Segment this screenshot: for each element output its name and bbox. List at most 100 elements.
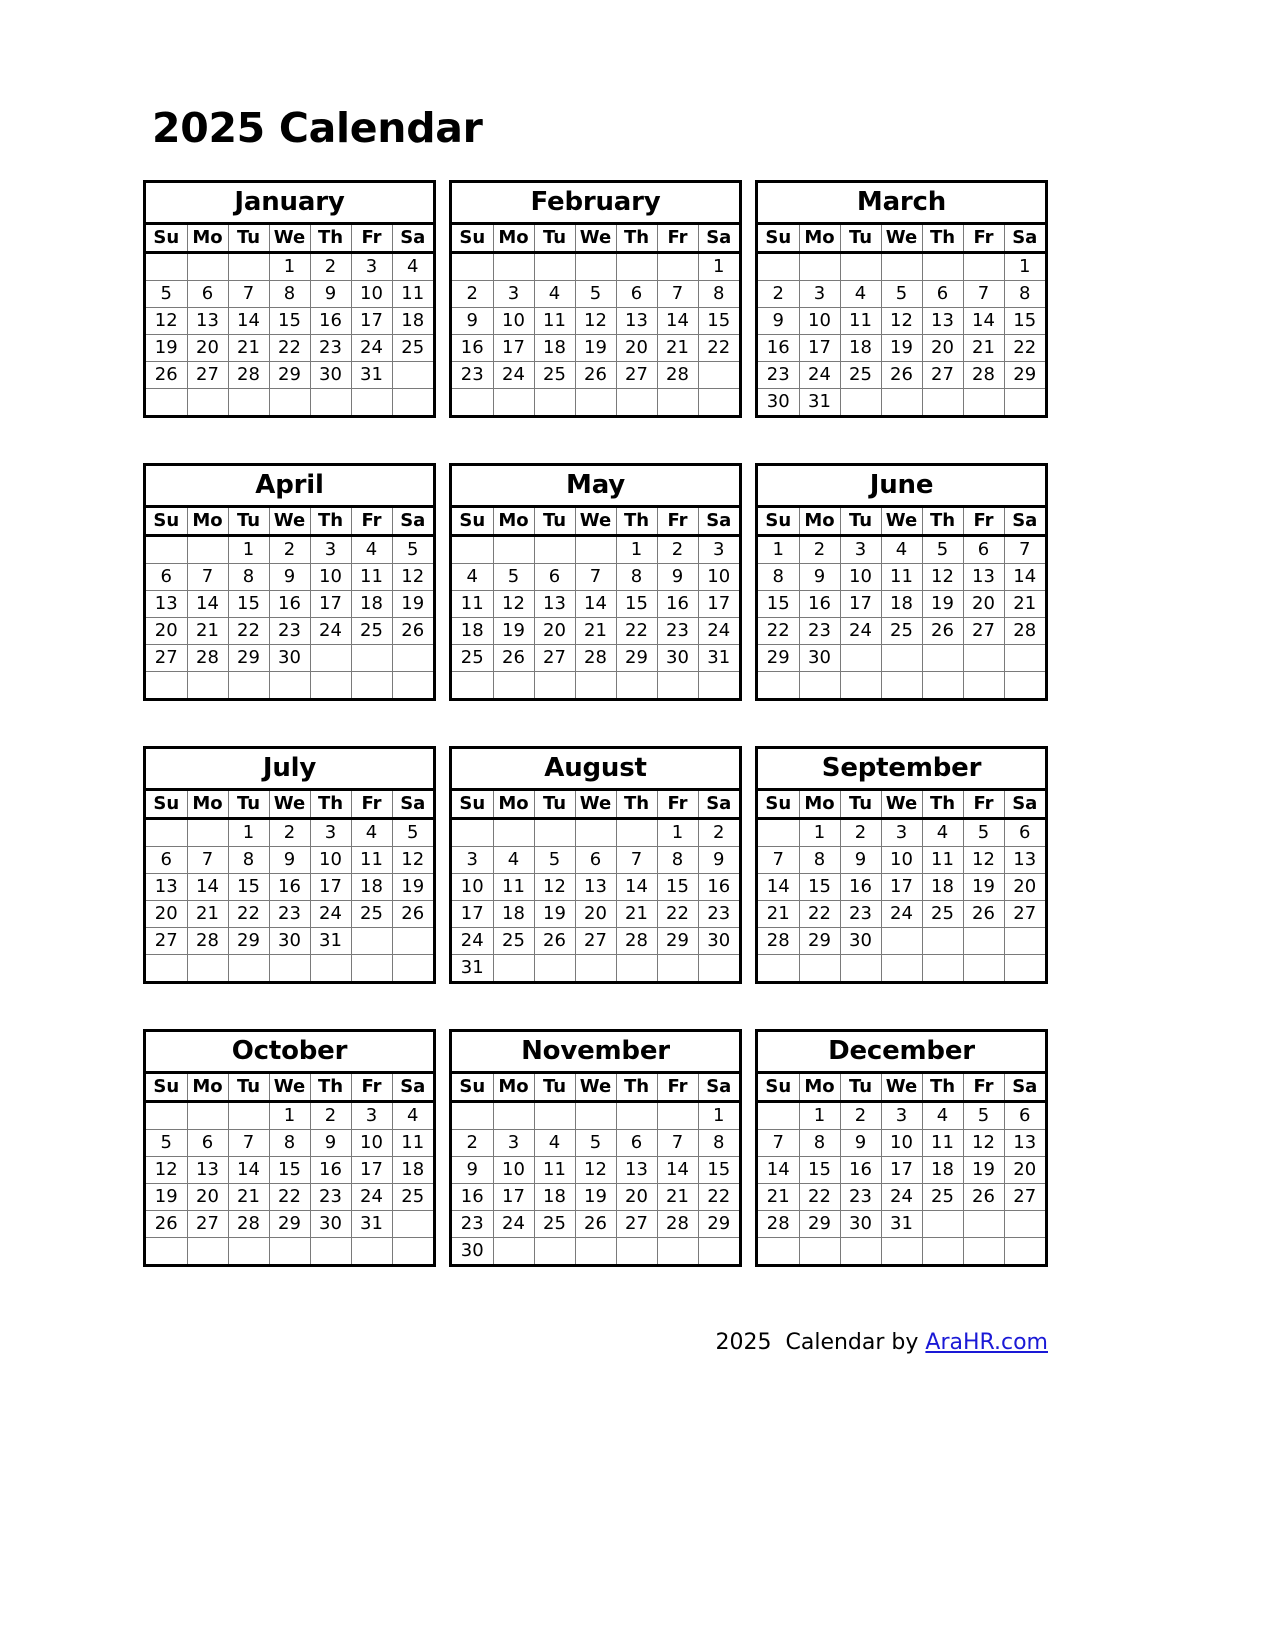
day-cell[interactable]: 22 (268, 334, 311, 362)
day-cell[interactable]: 24 (492, 1210, 535, 1238)
day-cell[interactable]: 28 (186, 927, 229, 955)
day-cell[interactable]: 11 (921, 846, 964, 874)
day-cell[interactable]: 4 (350, 535, 393, 564)
day-cell[interactable]: 18 (391, 1156, 433, 1184)
day-cell[interactable]: 5 (146, 280, 188, 308)
day-cell[interactable]: 7 (656, 280, 699, 308)
day-cell[interactable]: 15 (758, 590, 800, 618)
day-cell[interactable]: 27 (921, 361, 964, 389)
day-cell[interactable]: 6 (533, 563, 576, 591)
day-cell[interactable]: 3 (350, 252, 393, 281)
day-cell[interactable]: 10 (309, 563, 352, 591)
footer-link-arahr[interactable]: AraHR.com (925, 1330, 1048, 1355)
day-cell[interactable]: 24 (309, 900, 352, 928)
day-cell[interactable]: 2 (309, 1101, 352, 1130)
day-cell[interactable]: 10 (350, 280, 393, 308)
day-cell[interactable]: 2 (309, 252, 352, 281)
day-cell[interactable]: 5 (146, 1129, 188, 1157)
day-cell[interactable]: 1 (798, 1101, 841, 1130)
day-cell[interactable]: 6 (186, 1129, 229, 1157)
day-cell[interactable]: 31 (350, 1210, 393, 1238)
day-cell[interactable]: 18 (533, 1183, 576, 1211)
day-cell[interactable]: 27 (1003, 900, 1045, 928)
day-cell[interactable]: 25 (350, 617, 393, 645)
day-cell[interactable]: 25 (533, 1210, 576, 1238)
day-cell[interactable]: 13 (615, 307, 658, 335)
day-cell[interactable]: 20 (962, 590, 1005, 618)
day-cell[interactable]: 4 (921, 818, 964, 847)
day-cell[interactable]: 3 (309, 818, 352, 847)
day-cell[interactable]: 25 (921, 1183, 964, 1211)
day-cell[interactable]: 7 (227, 280, 270, 308)
day-cell[interactable]: 9 (839, 846, 882, 874)
day-cell[interactable]: 22 (615, 617, 658, 645)
day-cell[interactable]: 29 (268, 361, 311, 389)
day-cell[interactable]: 16 (309, 1156, 352, 1184)
day-cell[interactable]: 4 (391, 1101, 433, 1130)
day-cell[interactable]: 13 (146, 590, 188, 618)
day-cell[interactable]: 19 (391, 873, 433, 901)
day-cell[interactable]: 20 (186, 1183, 229, 1211)
day-cell[interactable]: 22 (697, 334, 739, 362)
day-cell[interactable]: 30 (656, 644, 699, 672)
day-cell[interactable]: 14 (227, 307, 270, 335)
day-cell[interactable]: 2 (839, 818, 882, 847)
day-cell[interactable]: 7 (758, 846, 800, 874)
day-cell[interactable]: 27 (186, 361, 229, 389)
day-cell[interactable]: 14 (758, 1156, 800, 1184)
day-cell[interactable]: 3 (798, 280, 841, 308)
day-cell[interactable]: 13 (962, 563, 1005, 591)
day-cell[interactable]: 11 (452, 590, 494, 618)
day-cell[interactable]: 6 (921, 280, 964, 308)
day-cell[interactable]: 1 (656, 818, 699, 847)
day-cell[interactable]: 17 (839, 590, 882, 618)
day-cell[interactable]: 28 (227, 361, 270, 389)
day-cell[interactable]: 1 (615, 535, 658, 564)
day-cell[interactable]: 19 (962, 873, 1005, 901)
day-cell[interactable]: 26 (921, 617, 964, 645)
day-cell[interactable]: 1 (268, 1101, 311, 1130)
day-cell[interactable]: 14 (656, 1156, 699, 1184)
day-cell[interactable]: 13 (533, 590, 576, 618)
day-cell[interactable]: 23 (839, 1183, 882, 1211)
day-cell[interactable]: 28 (227, 1210, 270, 1238)
day-cell[interactable]: 11 (391, 1129, 433, 1157)
day-cell[interactable]: 8 (798, 846, 841, 874)
day-cell[interactable]: 13 (921, 307, 964, 335)
day-cell[interactable]: 19 (146, 1183, 188, 1211)
day-cell[interactable]: 19 (391, 590, 433, 618)
day-cell[interactable]: 7 (962, 280, 1005, 308)
day-cell[interactable]: 21 (186, 617, 229, 645)
day-cell[interactable]: 29 (798, 1210, 841, 1238)
day-cell[interactable]: 5 (391, 818, 433, 847)
day-cell[interactable]: 10 (492, 307, 535, 335)
day-cell[interactable]: 12 (574, 307, 617, 335)
day-cell[interactable]: 26 (574, 361, 617, 389)
day-cell[interactable]: 12 (533, 873, 576, 901)
day-cell[interactable]: 24 (350, 334, 393, 362)
day-cell[interactable]: 6 (1003, 818, 1045, 847)
day-cell[interactable]: 10 (697, 563, 739, 591)
day-cell[interactable]: 31 (452, 954, 494, 981)
day-cell[interactable]: 25 (921, 900, 964, 928)
day-cell[interactable]: 15 (227, 590, 270, 618)
day-cell[interactable]: 31 (309, 927, 352, 955)
day-cell[interactable]: 1 (758, 535, 800, 564)
day-cell[interactable]: 28 (758, 927, 800, 955)
day-cell[interactable]: 30 (268, 927, 311, 955)
day-cell[interactable]: 28 (656, 361, 699, 389)
day-cell[interactable]: 21 (574, 617, 617, 645)
day-cell[interactable]: 13 (146, 873, 188, 901)
day-cell[interactable]: 5 (533, 846, 576, 874)
day-cell[interactable]: 20 (146, 900, 188, 928)
day-cell[interactable]: 20 (1003, 873, 1045, 901)
day-cell[interactable]: 15 (1003, 307, 1045, 335)
day-cell[interactable]: 19 (492, 617, 535, 645)
day-cell[interactable]: 2 (839, 1101, 882, 1130)
day-cell[interactable]: 9 (309, 1129, 352, 1157)
day-cell[interactable]: 17 (452, 900, 494, 928)
day-cell[interactable]: 27 (1003, 1183, 1045, 1211)
day-cell[interactable]: 18 (533, 334, 576, 362)
day-cell[interactable]: 9 (839, 1129, 882, 1157)
day-cell[interactable]: 15 (656, 873, 699, 901)
